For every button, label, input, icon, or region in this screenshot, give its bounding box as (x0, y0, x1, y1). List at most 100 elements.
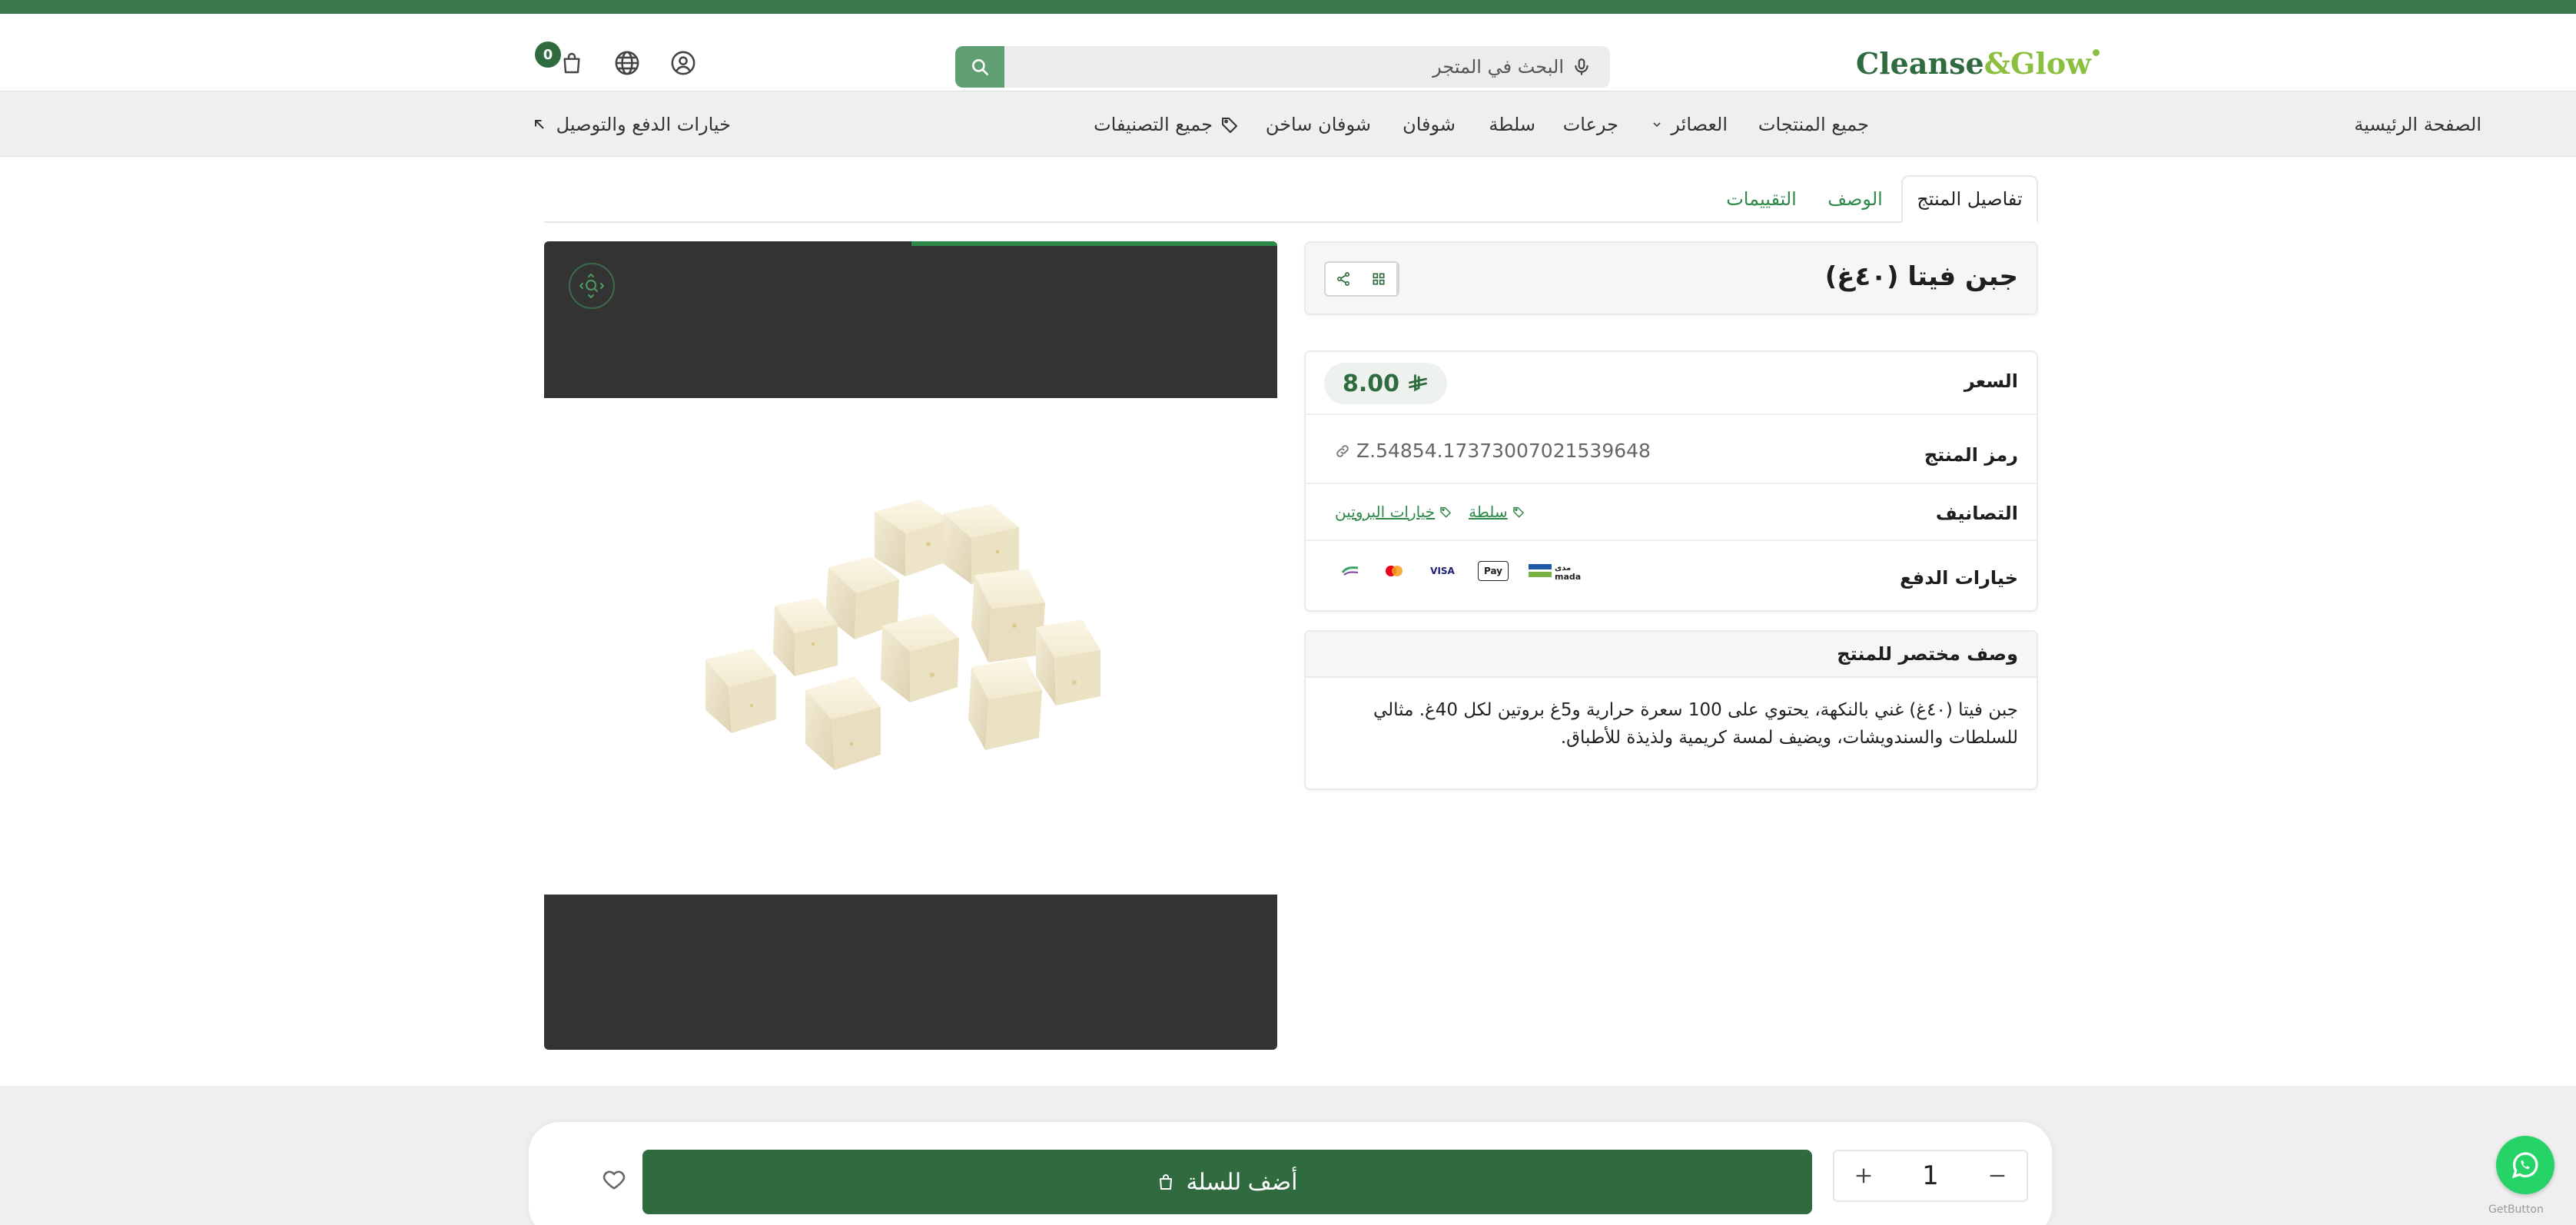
nav-label: جرعات (1562, 114, 1618, 135)
short-description-card: وصف مختصر للمنتج جبن فيتا (٤٠غ) غني بالن… (1304, 630, 2038, 790)
category-tags: خيارات البروتين سلطة (1335, 503, 1525, 521)
category-tag-salad[interactable]: سلطة (1469, 503, 1525, 521)
tag-icon (1222, 118, 1237, 133)
price-value: 8.00 (1343, 370, 1400, 397)
category-tag-label: خيارات البروتين (1335, 503, 1436, 521)
product-details-card: السعر 8.00 رمز المنتج Z.54854.1737300702… (1304, 350, 2038, 612)
category-tag-protein[interactable]: خيارات البروتين (1335, 503, 1452, 521)
nav-label: العصائر (1671, 114, 1728, 135)
nav-label: جميع المنتجات (1758, 114, 1869, 135)
minus-icon (1990, 1174, 2005, 1177)
mada-icon: مدى mada (1529, 559, 1582, 583)
add-to-cart-button[interactable]: أضف للسلة (642, 1150, 1812, 1214)
stcpay-icon (1341, 559, 1361, 583)
categories-label: التصانيف (1935, 503, 2018, 524)
heart-icon (603, 1170, 626, 1190)
compare-button[interactable] (1361, 263, 1398, 295)
tab-label: التقييمات (1726, 188, 1797, 210)
quantity-stepper: 1 (1833, 1150, 2028, 1202)
slide-progress-bar (911, 241, 1277, 246)
payment-methods: VISA Pay مدى mada (1341, 559, 1582, 583)
search-bar (955, 46, 1610, 88)
brand-logo[interactable]: Cleanse & Glow (1856, 41, 2100, 85)
tab-description[interactable]: الوصف (1817, 175, 1894, 223)
main-nav: الصفحة الرئيسية جميع المنتجات العصائر جر… (0, 91, 2576, 157)
svg-text:mada: mada (1555, 572, 1581, 582)
cart-count-badge: 0 (535, 41, 561, 68)
nav-label: شوفان ساخن (1265, 114, 1371, 135)
product-image (544, 398, 1277, 895)
riyal-currency-icon (1409, 374, 1427, 392)
nav-label: خيارات الدفع والتوصيل (556, 114, 731, 135)
increase-quantity-button[interactable] (1848, 1160, 1879, 1191)
product-image-viewer[interactable] (544, 241, 1277, 1050)
product-title-card: جبن فيتا (٤٠غ) (1304, 241, 2038, 315)
nav-item-all-categories[interactable]: جميع التصنيفات (1094, 91, 1239, 158)
tab-label: تفاصيل المنتج (1917, 188, 2023, 210)
search-input[interactable] (1004, 46, 1610, 88)
user-circle-icon (671, 51, 695, 75)
nav-item-all-products[interactable]: جميع المنتجات (1758, 91, 1869, 158)
decrease-quantity-button[interactable] (1982, 1160, 2013, 1191)
apple-pay-icon: Pay (1478, 561, 1509, 581)
nav-label: الصفحة الرئيسية (2354, 114, 2481, 135)
tag-icon (1440, 506, 1452, 518)
chevron-down-icon (1653, 122, 1661, 128)
tab-reviews[interactable]: التقييمات (1715, 175, 1808, 223)
tab-product-details[interactable]: تفاصيل المنتج (1901, 175, 2038, 223)
price-badge: 8.00 (1324, 363, 1448, 404)
search-icon (972, 59, 989, 76)
nav-item-home[interactable]: الصفحة الرئيسية (2354, 91, 2481, 158)
logo-text-cleanse: Cleanse (1856, 45, 1984, 81)
quantity-value[interactable]: 1 (1922, 1160, 1939, 1191)
logo-ampersand: & (1983, 45, 2010, 81)
cart-button[interactable] (556, 48, 587, 78)
sku-value-link[interactable]: Z.54854.17373007021539648 (1335, 440, 1651, 462)
site-header: Cleanse&Glow 0 (0, 14, 2576, 91)
logo-dot (2092, 48, 2100, 56)
account-button[interactable] (668, 48, 699, 78)
logo-text-glow: Glow (2010, 45, 2091, 81)
short-description-title: وصف مختصر للمنتج (1837, 643, 2018, 665)
shopping-bag-icon (563, 52, 580, 74)
product-title: جبن فيتا (٤٠غ) (1824, 261, 2018, 292)
search-button[interactable] (955, 46, 1004, 88)
nav-item-salad[interactable]: سلطة (1489, 91, 1535, 158)
product-actions (1324, 261, 1399, 297)
sku-label: رمز المنتج (1924, 444, 2018, 466)
shopping-bag-icon (1160, 1174, 1173, 1190)
whatsapp-chat-button[interactable] (2496, 1136, 2554, 1194)
zoom-expand-icon (579, 274, 604, 298)
share-icon (1337, 272, 1349, 286)
share-button[interactable] (1326, 263, 1361, 295)
visa-icon: VISA (1430, 566, 1455, 576)
tag-icon (1512, 506, 1524, 518)
add-to-cart-bar: أضف للسلة 1 (529, 1122, 2052, 1225)
grid-icon (1373, 273, 1385, 285)
nav-payment-delivery-link[interactable]: خيارات الدفع والتوصيل (532, 91, 731, 158)
short-description-text: جبن فيتا (٤٠غ) غني بالنكهة، يحتوي على 10… (1373, 700, 2018, 748)
announcement-strip (0, 0, 2576, 14)
nav-item-hot-oats[interactable]: شوفان ساخن (1266, 91, 1371, 158)
nav-item-oats[interactable]: شوفان (1403, 91, 1456, 158)
nav-item-shots[interactable]: جرعات (1563, 91, 1618, 158)
nav-item-juices[interactable]: العصائر (1651, 91, 1728, 158)
tab-label: الوصف (1827, 188, 1883, 210)
link-icon (1336, 444, 1349, 457)
category-tag-label: سلطة (1469, 503, 1508, 521)
feta-cheese-image (705, 500, 1100, 770)
getbutton-credit[interactable]: GetButton (2488, 1203, 2544, 1216)
language-button[interactable] (612, 48, 642, 78)
whatsapp-icon (2511, 1152, 2538, 1179)
nav-label: شوفان (1403, 114, 1456, 135)
plus-icon (1856, 1168, 1871, 1184)
nav-label: سلطة (1489, 114, 1535, 135)
wishlist-button[interactable] (596, 1162, 632, 1197)
arrow-up-left-icon (534, 120, 544, 129)
short-description-header: وصف مختصر للمنتج (1306, 632, 2037, 678)
mastercard-icon (1381, 559, 1407, 583)
microphone-icon[interactable] (1572, 57, 1592, 77)
zoom-button[interactable] (569, 263, 615, 309)
price-label: السعر (1964, 370, 2018, 392)
payment-label: خيارات الدفع (1900, 567, 2018, 589)
